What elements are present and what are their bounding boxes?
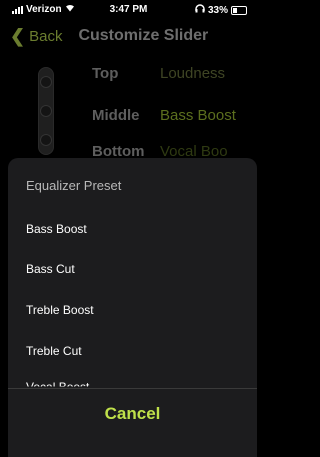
slider-row-middle[interactable]: Middle Bass Boost: [92, 107, 236, 124]
slider-row-top[interactable]: Top Loudness: [92, 65, 225, 82]
option-treble-boost[interactable]: Treble Boost: [26, 303, 94, 317]
back-label: Back: [29, 27, 63, 45]
option-bass-cut[interactable]: Bass Cut: [26, 262, 75, 276]
equalizer-preset-sheet: Equalizer Preset Bass Boost Bass Cut Tre…: [8, 158, 257, 457]
slider-knob-top: [40, 76, 52, 88]
slider-config: Top Loudness Middle Bass Boost Bottom Vo…: [0, 55, 257, 165]
navigation-bar: ❮ Back Customize Slider: [0, 22, 257, 50]
headphones-icon: [195, 4, 205, 16]
slider-preview: [38, 67, 54, 155]
sheet-title: Equalizer Preset: [26, 178, 122, 193]
row-value: Bass Boost: [160, 107, 236, 124]
row-label: Middle: [92, 107, 140, 124]
back-button[interactable]: ❮ Back: [10, 26, 62, 47]
option-vocal-boost[interactable]: Vocal Boost: [26, 380, 89, 386]
battery-icon: [231, 5, 247, 15]
slider-knob-bottom: [40, 134, 52, 146]
slider-knob-middle: [40, 105, 52, 117]
battery-percent: 33%: [207, 4, 228, 16]
option-treble-cut[interactable]: Treble Cut: [26, 344, 82, 358]
status-right: 33%: [195, 4, 247, 16]
divider: [8, 388, 257, 389]
row-value: Loudness: [160, 65, 226, 82]
option-bass-boost[interactable]: Bass Boost: [26, 222, 87, 236]
chevron-left-icon: ❮: [10, 25, 26, 46]
cancel-button[interactable]: Cancel: [8, 394, 257, 434]
row-label: Top: [92, 65, 119, 82]
status-bar: Verizon 3:47 PM 33%: [0, 0, 257, 18]
page-title: Customize Slider: [78, 27, 209, 44]
